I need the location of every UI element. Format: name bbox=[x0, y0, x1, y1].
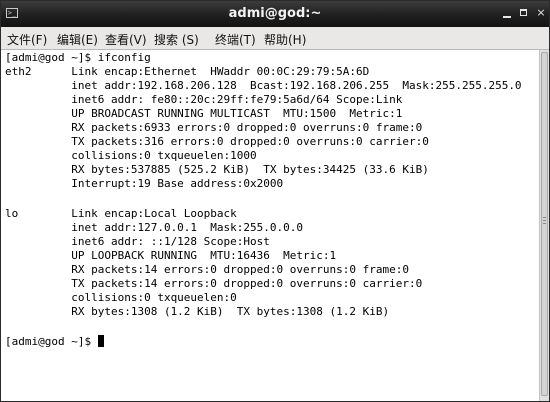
minimize-button[interactable] bbox=[501, 7, 513, 19]
maximize-button[interactable] bbox=[518, 7, 530, 19]
terminal-line: inet6 addr: ::1/128 Scope:Host bbox=[5, 235, 270, 248]
minimize-icon bbox=[503, 16, 511, 18]
terminal-line: lo Link encap:Local Loopback bbox=[5, 207, 237, 220]
terminal-line: inet addr:192.168.206.128 Bcast:192.168.… bbox=[5, 79, 522, 92]
shell-prompt: [admi@god ~]$ bbox=[5, 335, 98, 348]
vertical-scrollbar[interactable] bbox=[539, 50, 549, 401]
terminal-line: collisions:0 txqueuelen:1000 bbox=[5, 149, 257, 162]
terminal-line: RX bytes:1308 (1.2 KiB) TX bytes:1308 (1… bbox=[5, 305, 390, 318]
text-cursor bbox=[97, 335, 104, 347]
terminal-line: eth2 Link encap:Ethernet HWaddr 00:0C:29… bbox=[5, 65, 370, 78]
scrollbar-thumb[interactable] bbox=[541, 52, 548, 396]
terminal-line: [admi@god ~]$ ifconfig bbox=[5, 51, 151, 64]
terminal-line: Interrupt:19 Base address:0x2000 bbox=[5, 177, 284, 190]
terminal-line: RX packets:6933 errors:0 dropped:0 overr… bbox=[5, 121, 423, 134]
terminal-line: TX packets:14 errors:0 dropped:0 overrun… bbox=[5, 277, 423, 290]
menu-terminal[interactable]: 终端(T) bbox=[215, 31, 256, 48]
terminal-line: inet6 addr: fe80::20c:29ff:fe79:5a6d/64 … bbox=[5, 93, 403, 106]
terminal-line: UP BROADCAST RUNNING MULTICAST MTU:1500 … bbox=[5, 107, 403, 120]
terminal-output[interactable]: [admi@god ~]$ ifconfig eth2 Link encap:E… bbox=[1, 50, 539, 401]
terminal-line: inet addr:127.0.0.1 Mask:255.0.0.0 bbox=[5, 221, 304, 234]
terminal-line: UP LOOPBACK RUNNING MTU:16436 Metric:1 bbox=[5, 249, 337, 262]
prompt-line: [admi@god ~]$ bbox=[5, 335, 104, 349]
terminal-line: RX bytes:537885 (525.2 KiB) TX bytes:344… bbox=[5, 163, 429, 176]
maximize-icon bbox=[520, 9, 527, 16]
menu-search[interactable]: 搜索 (S) bbox=[154, 31, 199, 48]
terminal-line: TX packets:316 errors:0 dropped:0 overru… bbox=[5, 135, 429, 148]
menu-help[interactable]: 帮助(H) bbox=[264, 31, 306, 48]
menu-bar: 文件(F) 编辑(E) 查看(V) 搜索 (S) 终端(T) 帮助(H) bbox=[1, 27, 549, 50]
scrollbar-grip-line bbox=[543, 217, 546, 218]
terminal-line: RX packets:14 errors:0 dropped:0 overrun… bbox=[5, 263, 409, 276]
scrollbar-grip-line bbox=[543, 223, 546, 224]
scrollbar-grip-line bbox=[543, 220, 546, 221]
close-button[interactable]: × bbox=[535, 7, 547, 19]
menu-file[interactable]: 文件(F) bbox=[7, 31, 47, 48]
title-bar[interactable]: >_ admi@god:~ × bbox=[1, 1, 549, 27]
terminal-window: >_ admi@god:~ × 文件(F) 编辑(E) 查看(V) 搜索 (S)… bbox=[0, 0, 550, 402]
window-title: admi@god:~ bbox=[228, 6, 322, 21]
terminal-line: collisions:0 txqueuelen:0 bbox=[5, 291, 237, 304]
menu-view[interactable]: 查看(V) bbox=[105, 31, 147, 48]
menu-edit[interactable]: 编辑(E) bbox=[57, 31, 98, 48]
